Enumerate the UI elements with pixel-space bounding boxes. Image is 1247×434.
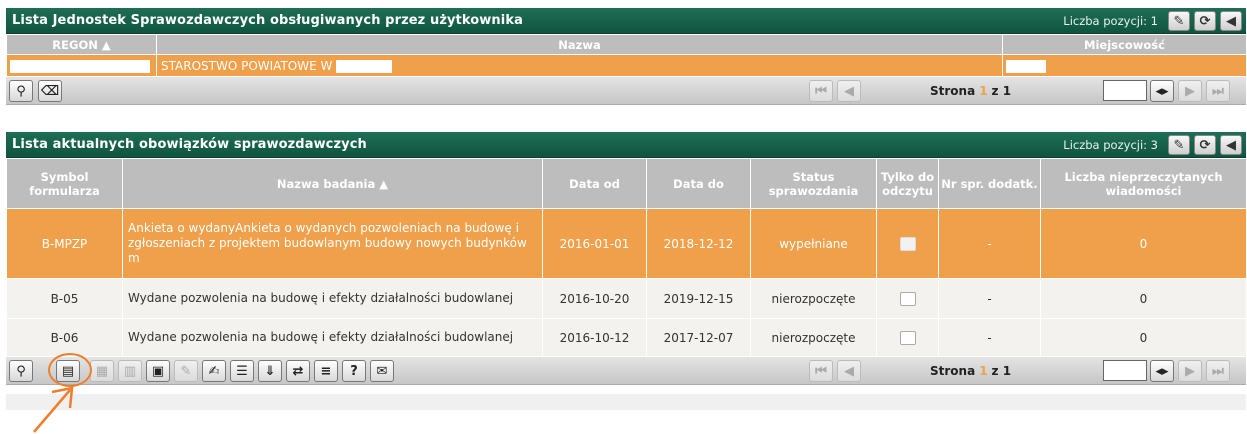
- column-header-liczba-wiadomosci[interactable]: Liczba nieprzeczytanych wiadomości: [1040, 158, 1247, 209]
- prev-page-icon[interactable]: ◀: [837, 360, 861, 382]
- column-header-status[interactable]: Status sprawozdania: [750, 158, 877, 209]
- page-number-input[interactable]: [1103, 80, 1147, 101]
- pager-label: Strona 1 z 1: [930, 84, 1012, 98]
- pager-label: Strona 1 z 1: [930, 364, 1012, 378]
- duties-toolbar: ⚲ ▤ ▦ ▥ ▣ ✎ ✍ ☰ ⇓ ⇄ ≡ ? ✉ ⏮ ◀ Strona 1 z 1…: [6, 357, 1246, 385]
- column-header-data-od[interactable]: Data od: [542, 158, 647, 209]
- unit-name: STAROSTWO POWIATOWE W: [161, 58, 333, 73]
- duties-title: Lista aktualnych obowiązków sprawozdawcz…: [12, 137, 367, 152]
- last-page-icon[interactable]: ⏭: [1206, 360, 1230, 382]
- eraser-icon[interactable]: ⌫: [38, 80, 62, 102]
- duties-titlebar: Lista aktualnych obowiązków sprawozdawcz…: [6, 132, 1246, 158]
- go-page-icon[interactable]: ◂▸: [1150, 360, 1174, 382]
- readonly-checkbox[interactable]: [899, 236, 916, 251]
- next-page-icon[interactable]: ▶: [1178, 80, 1202, 102]
- duties-panel: Lista aktualnych obowiązków sprawozdawcz…: [6, 132, 1247, 385]
- readonly-checkbox[interactable]: [899, 330, 916, 345]
- form-disabled-icon[interactable]: ▥: [118, 360, 142, 382]
- edit-icon[interactable]: ✎: [1168, 11, 1190, 31]
- redacted-regon: [10, 59, 150, 73]
- table-row[interactable]: B-06 Wydane pozwolenia na budowę i efekt…: [6, 318, 1247, 357]
- back-icon[interactable]: ◀: [1220, 11, 1242, 31]
- units-count: Liczba pozycji: 1: [1063, 13, 1158, 28]
- readonly-checkbox[interactable]: [899, 291, 916, 306]
- column-header-data-do[interactable]: Data do: [646, 158, 751, 209]
- mail-icon[interactable]: ✉: [370, 360, 394, 382]
- page-number-input[interactable]: [1103, 360, 1147, 381]
- redacted-name-part: [336, 59, 393, 73]
- units-title: Lista Jednostek Sprawozdawczych obsługiw…: [12, 13, 523, 28]
- units-table: REGON ▲ Nazwa Miejscowość STAROSTWO POWI…: [6, 34, 1247, 77]
- search-icon[interactable]: ⚲: [9, 360, 33, 382]
- column-header-nr-spr[interactable]: Nr spr. dodatk.: [938, 158, 1041, 209]
- duties-count: Liczba pozycji: 3: [1063, 137, 1158, 152]
- pen-disabled-icon[interactable]: ✎: [174, 360, 198, 382]
- go-page-icon[interactable]: ◂▸: [1150, 80, 1174, 102]
- copy-icon[interactable]: ▦: [90, 360, 114, 382]
- rows-icon[interactable]: ≡: [314, 360, 338, 382]
- prev-page-icon[interactable]: ◀: [837, 80, 861, 102]
- first-page-icon[interactable]: ⏮: [809, 80, 833, 102]
- highlight-circle: [48, 353, 92, 387]
- table-row[interactable]: B-MPZP Ankieta o wydanyAnkieta o wydanyc…: [6, 208, 1247, 279]
- list-icon[interactable]: ☰: [230, 360, 254, 382]
- duties-table: Symbol formularza Nazwa badania ▲ Data o…: [6, 158, 1247, 357]
- last-page-icon[interactable]: ⏭: [1206, 80, 1230, 102]
- first-page-icon[interactable]: ⏮: [809, 360, 833, 382]
- column-header-nazwa-badania[interactable]: Nazwa badania ▲: [122, 158, 543, 209]
- edit-icon[interactable]: ✎: [1168, 135, 1190, 155]
- export-icon[interactable]: ⇓: [258, 360, 282, 382]
- column-header-tylko-odczyt[interactable]: Tylko do odczytu: [876, 158, 939, 209]
- search-icon[interactable]: ⚲: [9, 80, 33, 102]
- column-header-symbol[interactable]: Symbol formularza: [6, 158, 123, 209]
- redacted-city: [1006, 59, 1046, 73]
- back-icon[interactable]: ◀: [1220, 135, 1242, 155]
- refresh-icon[interactable]: ⟳: [1194, 11, 1216, 31]
- column-header-regon[interactable]: REGON ▲: [6, 34, 157, 55]
- table-row[interactable]: STAROSTWO POWIATOWE W: [6, 54, 1247, 77]
- column-header-nazwa[interactable]: Nazwa: [156, 34, 1003, 55]
- refresh-icon[interactable]: ⟳: [1194, 135, 1216, 155]
- footer-strip: [6, 394, 1246, 410]
- help-icon[interactable]: ?: [342, 360, 366, 382]
- units-toolbar: ⚲ ⌫ ⏮ ◀ Strona 1 z 1 ◂▸ ▶ ⏭: [6, 77, 1246, 105]
- next-page-icon[interactable]: ▶: [1178, 360, 1202, 382]
- units-panel: Lista Jednostek Sprawozdawczych obsługiw…: [6, 8, 1247, 105]
- units-titlebar: Lista Jednostek Sprawozdawczych obsługiw…: [6, 8, 1246, 34]
- annotation-arrow-icon: [33, 386, 74, 433]
- flow-icon[interactable]: ⇄: [286, 360, 310, 382]
- signature-icon[interactable]: ✍: [202, 360, 226, 382]
- print-icon[interactable]: ▣: [146, 360, 170, 382]
- column-header-miejscowosc[interactable]: Miejscowość: [1002, 34, 1247, 55]
- table-row[interactable]: B-05 Wydane pozwolenia na budowę i efekt…: [6, 278, 1247, 319]
